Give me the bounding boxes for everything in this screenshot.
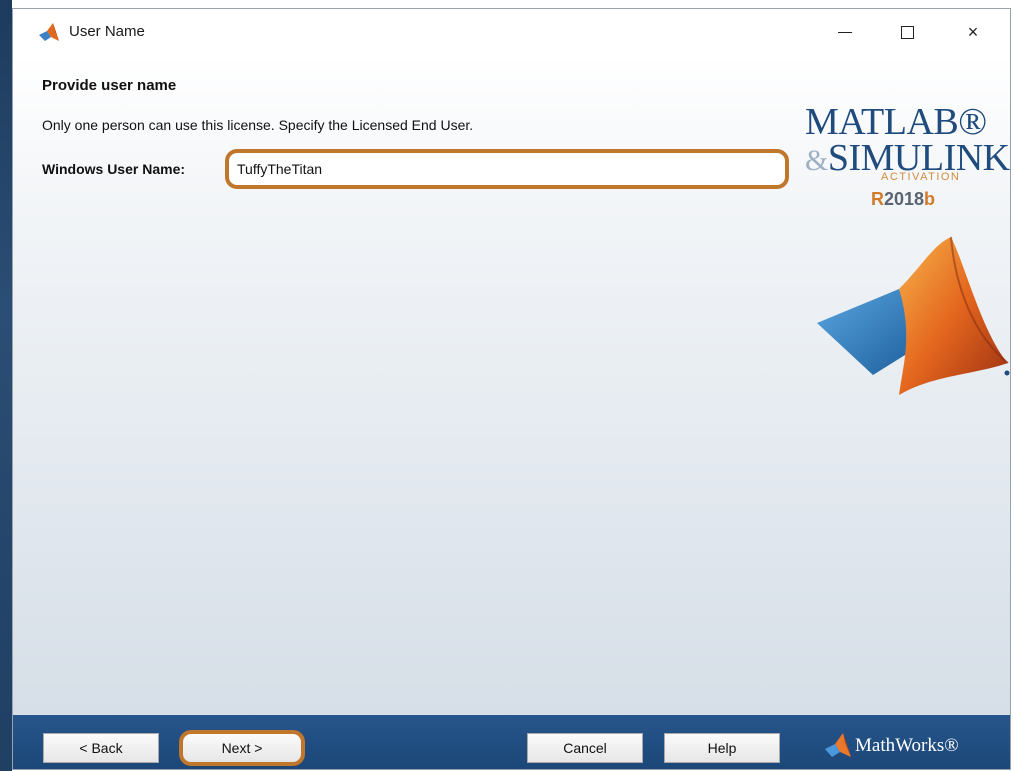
activation-window: User Name × Provide user name Only one p… — [12, 8, 1011, 770]
footer-bar: < Back Next > Cancel Help MathWorks® — [13, 715, 1010, 769]
page-description: Only one person can use this license. Sp… — [42, 117, 474, 133]
mathworks-logo-icon — [825, 733, 851, 757]
help-button[interactable]: Help — [664, 733, 780, 763]
cancel-button[interactable]: Cancel — [527, 733, 643, 763]
back-button[interactable]: < Back — [43, 733, 159, 763]
brand-release: R2018b — [871, 189, 935, 210]
window-title: User Name — [69, 23, 145, 40]
release-year: 2018 — [884, 189, 925, 209]
minimize-button[interactable] — [815, 9, 875, 55]
page-heading: Provide user name — [42, 77, 177, 94]
brand-ampersand: & — [805, 144, 828, 177]
brand-matlab: MATLAB® — [805, 101, 987, 143]
user-name-label: Windows User Name: — [42, 161, 186, 177]
mathworks-wordmark: MathWorks® — [855, 735, 959, 756]
matlab-membrane-logo — [817, 236, 1010, 395]
close-button[interactable]: × — [943, 9, 1003, 55]
maximize-icon — [900, 25, 914, 39]
matlab-logo-icon — [39, 23, 59, 41]
close-icon: × — [967, 21, 979, 42]
next-button[interactable]: Next > — [179, 730, 305, 766]
title-bar: User Name × — [13, 9, 1010, 55]
brand-activation: ACTIVATION — [881, 171, 961, 183]
release-b: b — [924, 189, 936, 209]
desktop-background — [0, 0, 12, 771]
release-r: R — [871, 189, 884, 209]
maximize-button[interactable] — [877, 9, 937, 55]
minimize-icon — [838, 31, 852, 33]
content-panel: Provide user name Only one person can us… — [13, 55, 1010, 715]
user-name-input[interactable] — [225, 149, 789, 189]
